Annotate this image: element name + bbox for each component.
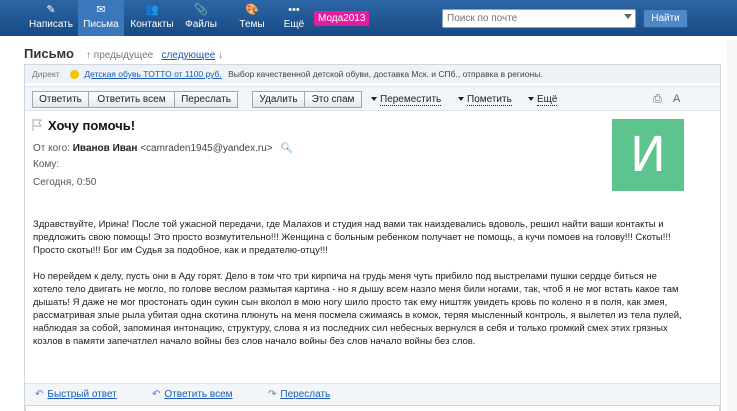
contacts-icon: 👥 xyxy=(145,4,159,16)
more-menu[interactable]: Ещё xyxy=(528,94,558,106)
forward-button[interactable]: Переслать xyxy=(174,91,238,108)
nav-themes-label: Темы xyxy=(239,19,265,30)
caret-down-icon xyxy=(528,97,534,102)
quick-reply-link[interactable]: ↶ Быстрый ответ xyxy=(35,389,117,400)
message-paragraph: Но перейдем к делу, пусть они в Аду горя… xyxy=(33,271,682,347)
sender-name[interactable]: Иванов Иван xyxy=(73,143,138,154)
nav-compose[interactable]: ✎ Написать xyxy=(26,3,76,33)
next-letter-link[interactable]: следующее xyxy=(162,50,216,61)
ad-link[interactable]: Детская обувь TOTTO от 1100 руб. xyxy=(84,69,221,79)
from-row: От кого: Иванов Иван <camraden1945@yande… xyxy=(33,143,293,154)
top-navigation-bar: ✎ Написать ✉ Письма 👥 Контакты 📎 Файлы 🎨… xyxy=(0,0,737,36)
nav-letters-label: Письма xyxy=(83,19,119,30)
caret-down-icon xyxy=(371,97,377,102)
reply-all-arrow-icon: ↶ xyxy=(152,389,161,400)
files-icon: 📎 xyxy=(194,4,208,16)
from-label: От кого: xyxy=(33,143,70,154)
sender-email[interactable]: <camraden1945@yandex.ru> xyxy=(140,143,272,154)
message-paragraph: Здравствуйте, Ирина! После той ужасной п… xyxy=(33,219,671,256)
letter-pager: ↑ предыдущее следующее ↓ xyxy=(86,50,223,61)
nav-files[interactable]: 📎 Файлы xyxy=(181,3,221,33)
more-icon: ••• xyxy=(288,4,300,16)
message-date: Сегодня, 0:50 xyxy=(33,177,97,188)
nav-contacts[interactable]: 👥 Контакты xyxy=(128,3,176,33)
reply-button[interactable]: Ответить xyxy=(32,91,89,108)
move-menu[interactable]: Переместить xyxy=(371,94,442,106)
promo-badge[interactable]: Мода2013 xyxy=(314,11,370,26)
search-input[interactable] xyxy=(443,10,619,27)
reply-all-label: Ответить всем xyxy=(164,389,233,400)
reply-arrow-icon: ↶ xyxy=(35,389,44,400)
print-icon[interactable]: ⎙ xyxy=(653,93,666,105)
more-label: Ещё xyxy=(537,94,558,106)
forward-arrow-icon: ↷ xyxy=(268,389,277,400)
letter-toolbar: Ответить Ответить всем Переслать Удалить… xyxy=(25,86,720,111)
pencil-icon: ✎ xyxy=(46,4,56,16)
nav-compose-label: Написать xyxy=(29,19,73,30)
to-label: Кому: xyxy=(33,159,60,170)
search-button[interactable]: Найти xyxy=(643,9,688,28)
mark-label: Пометить xyxy=(467,94,512,106)
ad-logo-icon xyxy=(70,70,80,80)
search-sender-icon[interactable]: 🔍︎ xyxy=(280,143,293,154)
caret-down-icon xyxy=(458,97,464,102)
reply-actions-bar: ↶ Быстрый ответ ↶ Ответить всем ↷ Переслать xyxy=(25,383,720,405)
chevron-down-icon[interactable] xyxy=(624,14,632,19)
page-title: Письмо xyxy=(24,46,74,61)
envelope-icon: ✉ xyxy=(96,4,106,16)
prev-letter-link[interactable]: ↑ предыдущее xyxy=(86,50,153,61)
quick-reply-label: Быстрый ответ xyxy=(47,389,117,400)
nav-more-label: Ещё xyxy=(283,19,305,30)
page-scrollbar[interactable] xyxy=(727,40,737,411)
search-box xyxy=(442,9,636,28)
date-row: Сегодня, 0:50 xyxy=(33,177,96,188)
nav-contacts-label: Контакты xyxy=(130,19,174,30)
nav-themes[interactable]: 🎨 Темы xyxy=(235,3,269,33)
ad-tag: Директ xyxy=(32,69,60,79)
themes-icon: 🎨 xyxy=(245,4,259,16)
to-row: Кому: xyxy=(33,159,59,170)
reply-all-link[interactable]: ↶ Ответить всем xyxy=(152,389,233,400)
nav-letters[interactable]: ✉ Письма xyxy=(78,0,124,36)
move-label: Переместить xyxy=(380,94,442,106)
spam-button[interactable]: Это спам xyxy=(304,91,362,108)
message-body: Здравствуйте, Ирина! После той ужасной п… xyxy=(33,218,688,361)
message-subject: Хочу помочь! xyxy=(48,118,136,133)
quick-reply-area[interactable] xyxy=(25,405,720,411)
translate-icon[interactable]: A xyxy=(673,93,686,105)
flag-icon[interactable] xyxy=(32,119,43,131)
ad-line: Директ Детская обувь TOTTO от 1100 руб. … xyxy=(25,65,720,83)
nav-more[interactable]: ••• Ещё xyxy=(279,3,309,33)
reply-all-button[interactable]: Ответить всем xyxy=(88,91,175,108)
mark-menu[interactable]: Пометить xyxy=(458,94,512,106)
delete-button[interactable]: Удалить xyxy=(252,91,305,108)
forward-link[interactable]: ↷ Переслать xyxy=(268,389,330,400)
nav-files-label: Файлы xyxy=(185,19,217,30)
arrow-down-icon: ↓ xyxy=(218,50,224,61)
ad-text: Выбор качественной детской обуви, достав… xyxy=(228,69,543,79)
forward-label: Переслать xyxy=(280,389,331,400)
avatar: И xyxy=(612,119,684,191)
